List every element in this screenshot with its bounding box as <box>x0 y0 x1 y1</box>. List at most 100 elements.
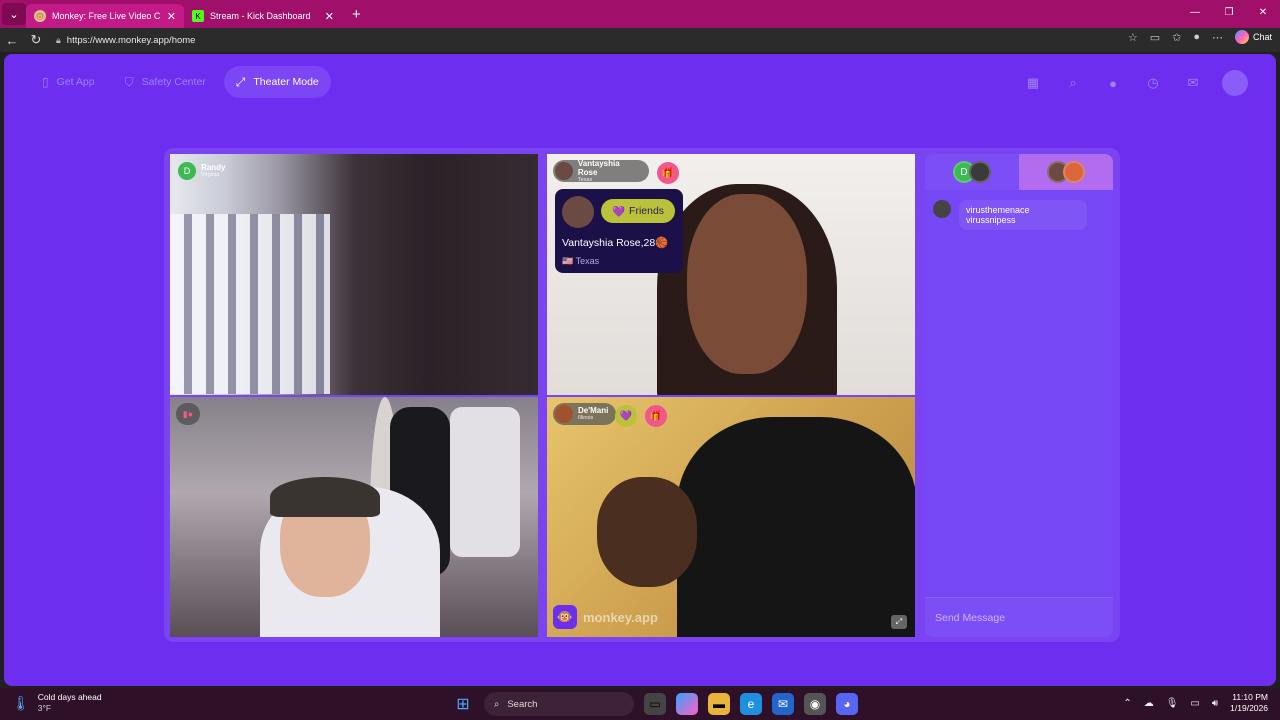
taskbar-apps: ⊞ ⌕ Search ▭ ▬ e ✉ ◉ ◕ <box>452 692 858 716</box>
copilot-icon <box>1234 30 1249 44</box>
user-avatar <box>555 162 573 180</box>
copilot-app-icon[interactable] <box>676 693 698 715</box>
back-icon[interactable]: ← <box>0 33 24 48</box>
minimize-icon[interactable]: — <box>1178 0 1212 28</box>
favorite-star-icon[interactable]: ☆ <box>1128 31 1138 44</box>
message-bubble: virusthemenace virussnipess <box>959 200 1087 230</box>
profile-state: 🇺🇸 Texas <box>562 256 600 266</box>
taskbar-search[interactable]: ⌕ Search <box>484 692 634 716</box>
user-location: Virginia <box>201 172 220 178</box>
address-bar-row: ← ↻ 🔒︎ https://www.monkey.app/home ☆ ▭ ✩… <box>0 28 1280 52</box>
window-controls: — ❐ ✕ <box>1178 0 1280 28</box>
expand-icon: ⤢ <box>235 74 246 89</box>
user-name: Vantayshia Rose <box>577 158 620 177</box>
monkey-favicon-icon: 🐵 <box>34 10 46 22</box>
chevron-up-icon[interactable]: ⌃ <box>1123 698 1131 709</box>
tab-actions-button[interactable]: ⌄ <box>2 3 26 25</box>
chat-tab-group-b[interactable] <box>1019 154 1113 190</box>
volume-icon[interactable]: 🔊︎ <box>1212 698 1218 709</box>
gift-button[interactable]: 🎁 <box>645 405 667 427</box>
close-tab-icon[interactable]: ✕ <box>325 10 334 23</box>
user-location: Illinois <box>578 415 594 421</box>
obs-icon[interactable]: ◉ <box>804 693 826 715</box>
friends-icon[interactable]: ● <box>1102 72 1124 94</box>
friends-button[interactable]: 💜 Friends <box>601 199 675 223</box>
get-app-label: Get App <box>56 76 95 88</box>
camera-toggle-icon[interactable]: ▮● <box>176 403 200 425</box>
url-text: https://www.monkey.app/home <box>66 34 196 46</box>
shield-icon: ⛉ <box>124 74 134 89</box>
search-icon[interactable]: ⌕ <box>1062 72 1084 94</box>
restore-icon[interactable]: ❐ <box>1212 0 1246 28</box>
video-tile-demani: De'Mani Illinois 💜 🎁 🐵 monkey.app ⤢ <box>547 397 915 637</box>
messages-icon[interactable]: ✉ <box>1182 72 1204 94</box>
chat-message: virusthemenace virussnipess <box>933 200 1087 230</box>
weather-widget[interactable]: 🌡 Cold days ahead 3°F <box>12 692 102 714</box>
onedrive-icon[interactable]: ☁ <box>1144 698 1154 709</box>
chat-tab-group-a[interactable]: D <box>925 154 1019 190</box>
lock-icon: 🔒︎ <box>56 34 61 45</box>
person-face <box>687 194 807 374</box>
edge-browser-icon[interactable]: e <box>740 693 762 715</box>
copilot-label: Chat <box>1252 32 1272 42</box>
profile-icon[interactable]: ● <box>1193 31 1200 43</box>
message-avatar <box>933 200 951 218</box>
heart-icon: 💜 <box>611 205 626 218</box>
safety-center-button[interactable]: ⛉ Safety Center <box>113 66 218 98</box>
refresh-icon[interactable]: ↻ <box>24 32 48 48</box>
close-tab-icon[interactable]: ✕ <box>167 10 176 23</box>
friends-label: Friends <box>629 205 665 217</box>
person-cap <box>270 477 380 517</box>
user-avatar <box>555 405 573 423</box>
search-label: Search <box>507 698 538 710</box>
url-field[interactable]: 🔒︎ https://www.monkey.app/home <box>52 30 1112 50</box>
chat-panel: D virusthemenace virussnipess Send Messa… <box>925 154 1113 637</box>
gift-button[interactable]: 🎁 <box>657 162 679 184</box>
theater-mode-button[interactable]: ⤢ Theater Mode <box>223 66 331 98</box>
history-icon[interactable]: ◷ <box>1142 72 1164 94</box>
clock-date: 1/19/2026 <box>1230 703 1268 713</box>
close-window-icon[interactable]: ✕ <box>1246 0 1280 28</box>
clock[interactable]: 11:10 PM 1/19/2026 <box>1230 692 1268 714</box>
profile-name: Vantayshia Rose,28🏀 <box>562 237 669 249</box>
windows-start-icon[interactable]: ⊞ <box>452 693 474 715</box>
user-tag[interactable]: De'Mani Illinois <box>553 403 617 425</box>
clock-time: 11:10 PM <box>1232 692 1268 702</box>
copilot-chat-button[interactable]: Chat <box>1234 30 1272 44</box>
video-tile-vantayshia: Vantayshia Rose Texas 🎁 💜 Friends Vantay… <box>547 154 915 395</box>
heart-button[interactable]: 💜 <box>615 405 637 427</box>
us-flag-icon: 🇺🇸 <box>562 256 574 266</box>
brand-watermark: monkey.app <box>583 609 658 625</box>
user-name: De'Mani <box>578 406 609 415</box>
taskbar: 🌡 Cold days ahead 3°F ⊞ ⌕ Search ▭ ▬ e ✉… <box>0 688 1280 720</box>
safety-center-label: Safety Center <box>141 76 206 88</box>
tab-kick[interactable]: K Stream - Kick Dashboard ✕ <box>184 4 342 28</box>
get-app-button[interactable]: ▯ Get App <box>30 66 107 98</box>
outlook-icon[interactable]: ✉ <box>772 693 794 715</box>
expand-video-icon[interactable]: ⤢ <box>891 615 907 629</box>
user-avatar-initial: D <box>178 162 196 180</box>
user-avatar[interactable] <box>1222 70 1248 96</box>
monkey-page: ▯ Get App ⛉ Safety Center ⤢ Theater Mode… <box>4 54 1276 686</box>
new-tab-button[interactable]: + <box>352 6 361 23</box>
video-tile-randy: D Randy Virginia <box>170 154 538 395</box>
task-view-icon[interactable]: ▭ <box>644 693 666 715</box>
hanging-bag <box>450 407 520 557</box>
display-icon[interactable]: ▭ <box>1190 698 1199 709</box>
profile-avatar <box>562 196 594 228</box>
tab-monkey[interactable]: 🐵 Monkey: Free Live Video Chat ✕ <box>26 4 184 28</box>
user-location: Texas <box>577 176 593 183</box>
user-tag[interactable]: Vantayshia Rose Texas <box>553 158 649 183</box>
user-tag[interactable]: D Randy Virginia <box>176 160 233 182</box>
monkey-brand: 🐵 monkey.app <box>553 605 658 629</box>
discord-icon[interactable]: ◕ <box>836 693 858 715</box>
microphone-icon[interactable]: 🎙︎ <box>1166 698 1179 709</box>
send-message-input[interactable]: Send Message <box>925 597 1113 637</box>
favorites-icon[interactable]: ✩ <box>1172 31 1181 44</box>
split-screen-icon[interactable]: ▭ <box>1150 31 1160 44</box>
weather-temp: 3°F <box>37 703 52 713</box>
more-icon[interactable]: ⋯ <box>1212 31 1223 44</box>
shop-icon[interactable]: ▦ <box>1022 72 1044 94</box>
monkey-logo-icon: 🐵 <box>553 605 577 629</box>
file-explorer-icon[interactable]: ▬ <box>708 693 730 715</box>
